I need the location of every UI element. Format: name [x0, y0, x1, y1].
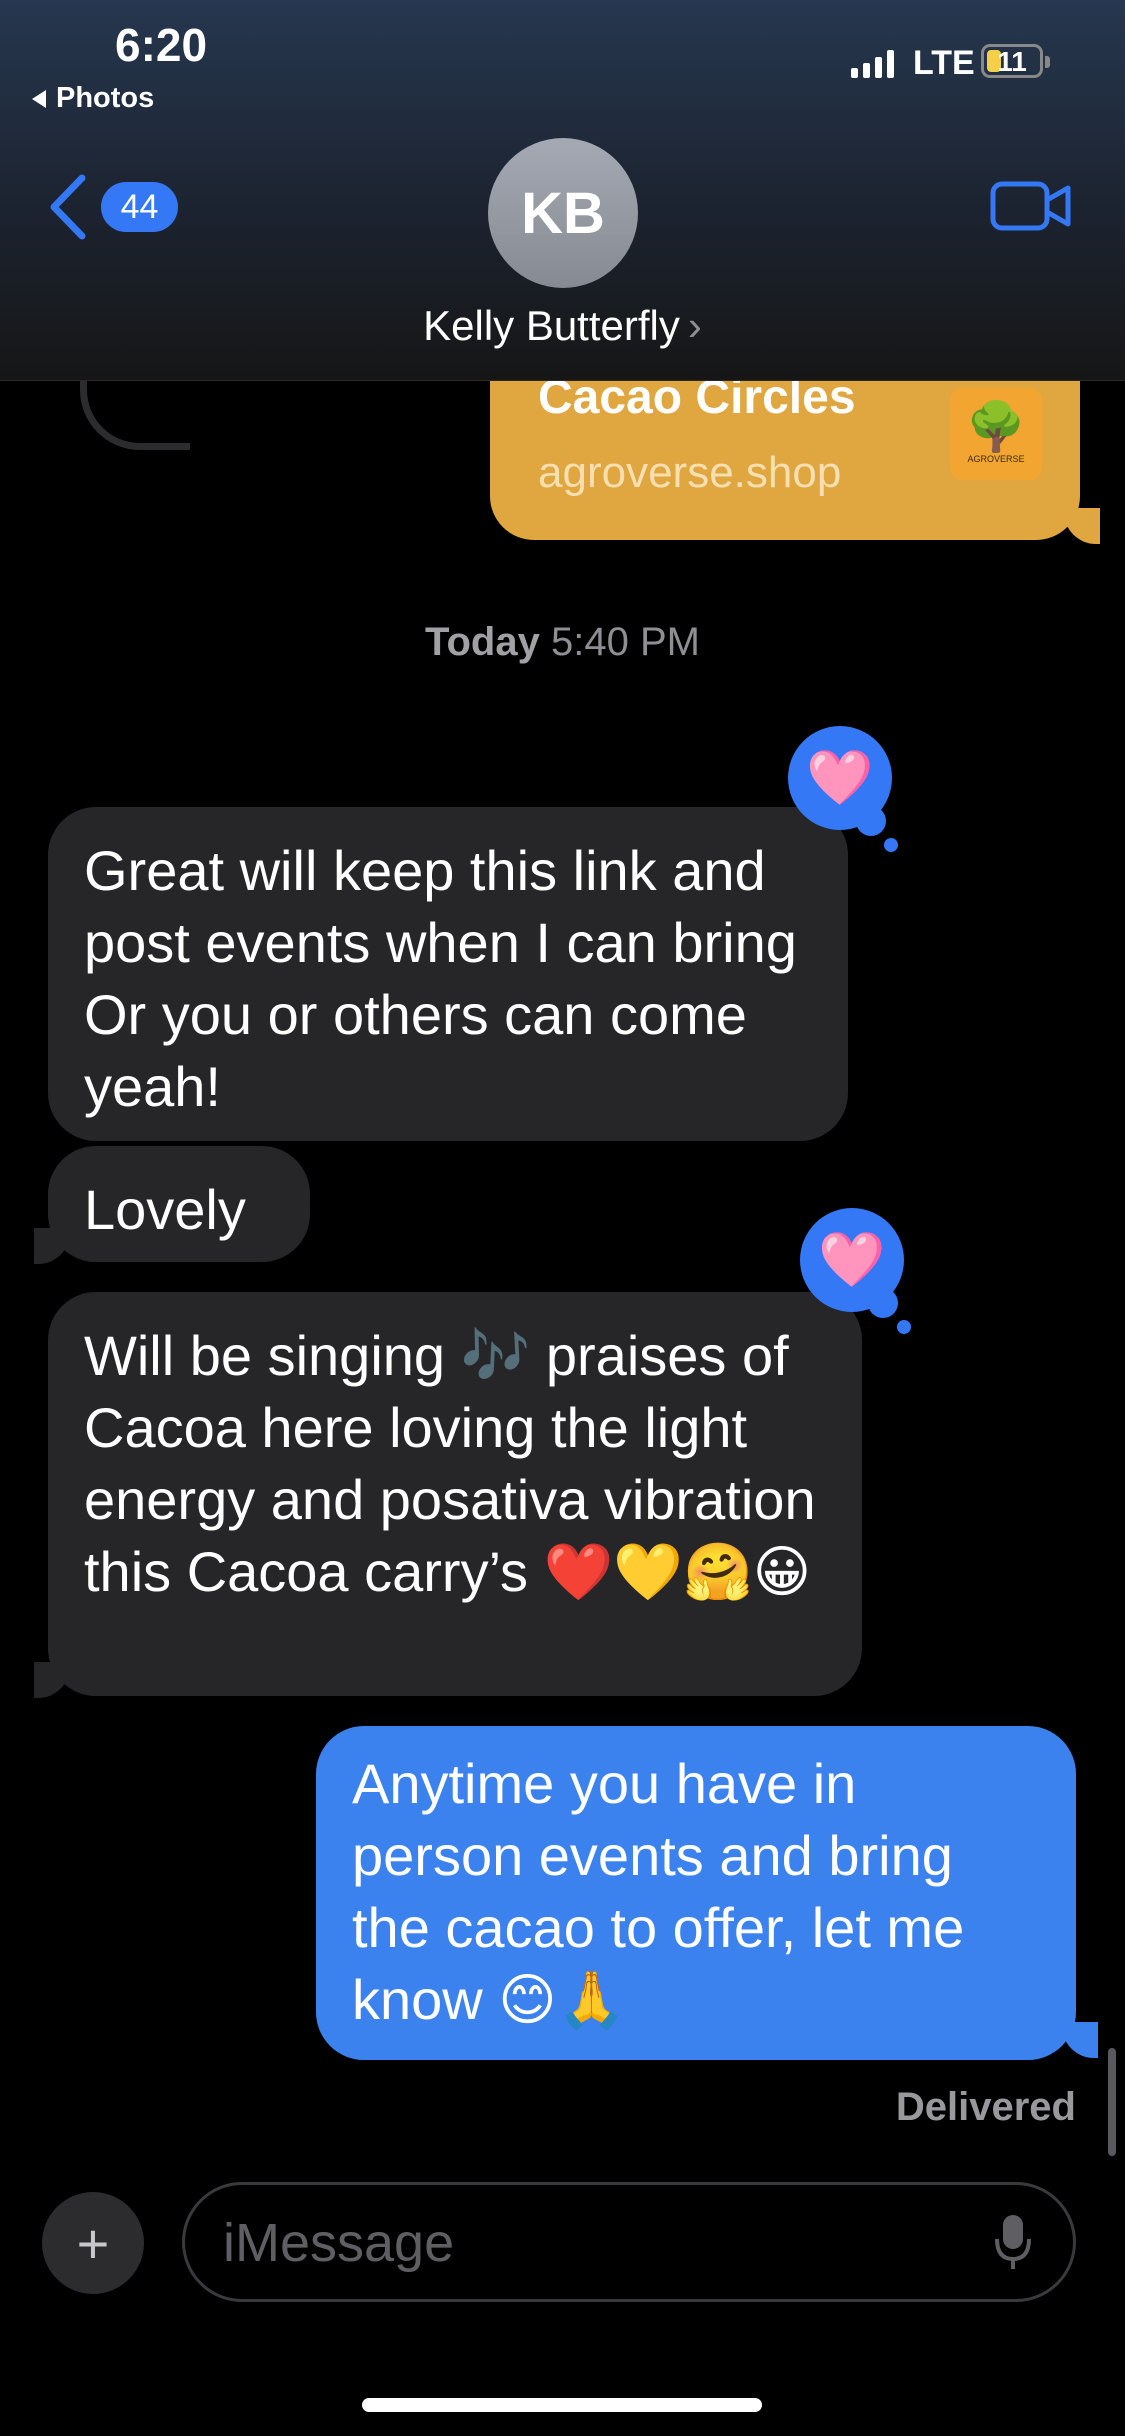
message-text: Lovely — [84, 1178, 246, 1241]
home-indicator[interactable] — [362, 2398, 762, 2412]
network-type: LTE — [913, 44, 975, 82]
add-attachment-button[interactable]: + — [42, 2192, 144, 2294]
tapback-emoji: 🩷 — [818, 1229, 886, 1290]
microphone-icon[interactable] — [993, 2213, 1033, 2273]
link-bubble-tail — [1064, 508, 1100, 544]
tapback-dot — [868, 1288, 898, 1318]
agroverse-logo-icon: 🌳 AGROVERSE — [950, 388, 1042, 480]
link-preview-domain: agroverse.shop — [538, 448, 842, 497]
message-timestamp: Today 5:40 PM — [0, 620, 1125, 665]
facetime-video-icon[interactable] — [990, 176, 1072, 236]
status-time: 6:20 — [115, 19, 208, 71]
delivery-status: Delivered — [895, 2085, 1076, 2129]
conversation-header: 6:20 Photos LTE 11 44 KB Kelly Butterfly… — [0, 0, 1125, 381]
contact-name: Kelly Butterfly — [423, 302, 680, 349]
outgoing-bubble-tail — [1062, 2022, 1098, 2058]
incoming-bubble-tail — [34, 1662, 70, 1698]
timestamp-time: 5:40 PM — [550, 620, 700, 664]
back-to-photos-link[interactable]: Photos — [32, 82, 154, 115]
timestamp-day: Today — [425, 620, 540, 664]
tapback-dot — [897, 1320, 911, 1334]
scrollbar[interactable] — [1108, 2048, 1116, 2156]
incoming-bubble-tail — [34, 1228, 70, 1264]
battery-icon: 11 — [981, 44, 1043, 78]
tapback-dot — [884, 838, 898, 852]
incoming-message-bubble[interactable]: Great will keep this link and post event… — [48, 807, 848, 1141]
plus-icon: + — [76, 2211, 110, 2275]
imessage-input[interactable] — [221, 2185, 965, 2301]
tapback-dot — [856, 806, 886, 836]
chevron-right-icon: › — [687, 302, 702, 349]
battery-nub — [1045, 56, 1050, 68]
incoming-message-bubble[interactable]: Lovely — [48, 1146, 310, 1262]
tree-icon: 🌳 — [966, 401, 1026, 454]
message-text: Will be singing 🎶 praises of Cacoa here … — [84, 1324, 816, 1603]
contact-name-button[interactable]: Kelly Butterfly › — [0, 302, 1125, 350]
incoming-message-bubble[interactable]: Will be singing 🎶 praises of Cacoa here … — [48, 1292, 862, 1696]
battery-level: 11 — [997, 46, 1027, 77]
message-text: Anytime you have in person events and br… — [352, 1752, 965, 2031]
back-triangle-icon — [32, 89, 46, 108]
back-app-label: Photos — [56, 82, 155, 114]
logo-text: AGROVERSE — [967, 454, 1025, 464]
message-text: Great will keep this link and post event… — [84, 839, 797, 1118]
signal-bars-icon — [851, 48, 894, 78]
chevron-left-icon[interactable] — [46, 172, 90, 242]
avatar[interactable]: KB — [488, 138, 638, 288]
outgoing-message-bubble[interactable]: Anytime you have in person events and br… — [316, 1726, 1076, 2060]
message-composer — [182, 2182, 1076, 2302]
tapback-emoji: 🩷 — [806, 747, 874, 808]
unread-count-badge[interactable]: 44 — [101, 182, 178, 232]
previous-bubble-edge — [80, 380, 190, 450]
